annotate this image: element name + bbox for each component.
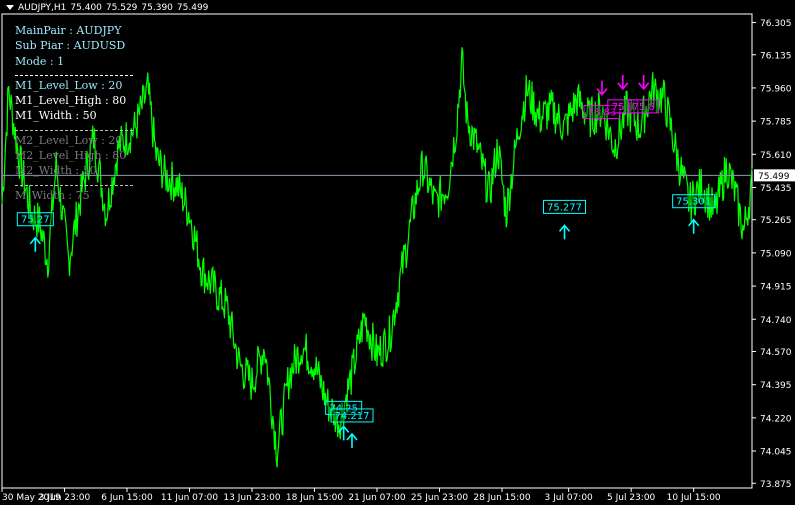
param-line: M2_Level_High : 80 <box>15 149 127 163</box>
signal-label: 75.8 <box>633 102 655 113</box>
y-tick-label: 74.740 <box>760 316 792 326</box>
signal-label: 75.301 <box>676 197 711 208</box>
high-value: 75.529 <box>105 3 138 13</box>
buy-signal[interactable]: 75.277 <box>543 199 586 240</box>
param-line: M1_Width : 50 <box>15 109 97 123</box>
y-tick-label: 76.305 <box>760 19 792 29</box>
param-line: M1_Level_High : 80 <box>15 94 127 108</box>
x-tick-label: 28 Jun 15:00 <box>473 493 530 503</box>
current-price-label: 75.499 <box>758 172 790 182</box>
indicator-parameters: MainPair : AUDJPY Sub Piar : AUDUSD Mode :… <box>15 23 133 203</box>
y-tick-label: 75.610 <box>760 151 792 161</box>
param-line: M_Width : 75 <box>15 188 90 202</box>
x-tick-label: 13 Jun 23:00 <box>223 493 280 503</box>
param-separator <box>15 129 133 131</box>
signal-label: 75.27 <box>21 215 50 226</box>
symbol-label: AUDJPY,H1 <box>18 3 67 13</box>
y-tick-label: 74.220 <box>760 414 792 424</box>
x-tick-label: 11 Jun 07:00 <box>161 493 218 503</box>
buy-signal[interactable]: 75.27 <box>16 212 54 252</box>
arrow-down-icon <box>638 74 650 91</box>
y-tick-label: 75.785 <box>760 118 792 128</box>
y-tick-label: 74.570 <box>760 348 792 358</box>
arrow-up-icon <box>29 236 41 252</box>
y-tick-label: 74.915 <box>760 283 792 293</box>
x-tick-label: 10 Jul 15:00 <box>667 493 721 503</box>
x-tick-label: 3 Jul 07:00 <box>545 493 594 503</box>
param-line: M2_Width : 50 <box>15 164 97 178</box>
arrow-up-icon <box>346 432 358 448</box>
x-tick-label: 21 Jun 07:00 <box>348 493 405 503</box>
param-separator <box>15 74 133 76</box>
y-tick-label: 75.265 <box>760 216 792 226</box>
open-value: 75.400 <box>70 3 102 13</box>
param-line: M1_Level_Low : 20 <box>15 78 123 92</box>
x-tick-label: 25 Jun 23:00 <box>411 493 468 503</box>
arrow-down-icon <box>617 74 629 91</box>
signal-label: 75.277 <box>547 202 582 213</box>
chart-header: AUDJPY,H1 75.400 75.529 75.390 75.499 <box>6 3 212 13</box>
x-tick-label: 5 Jul 23:00 <box>607 493 656 503</box>
x-tick-label: 6 Jun 15:00 <box>101 493 153 503</box>
y-tick-label: 75.090 <box>760 249 792 259</box>
arrow-up-icon <box>558 224 571 240</box>
arrow-up-icon <box>688 218 700 234</box>
y-tick-label: 74.045 <box>760 448 792 458</box>
low-value: 75.390 <box>141 3 173 13</box>
param-line: MainPair : AUDJPY <box>15 24 122 37</box>
dropdown-triangle-icon[interactable] <box>6 5 14 10</box>
param-line: Sub Piar : AUDUSD <box>15 39 126 53</box>
y-tick-label: 73.875 <box>760 480 792 490</box>
y-tick-label: 76.135 <box>760 51 792 61</box>
y-tick-label: 75.435 <box>760 184 792 194</box>
param-line: Mode : 1 <box>15 54 65 68</box>
signal-label: 74.217 <box>335 411 370 422</box>
param-separator <box>15 184 133 186</box>
x-tick-label: 3 Jun 23:00 <box>39 493 91 503</box>
param-line: M2_Level_Low : 20 <box>15 133 123 147</box>
y-tick-label: 75.960 <box>760 84 792 94</box>
y-tick-label: 74.395 <box>760 381 792 391</box>
x-tick-label: 18 Jun 15:00 <box>286 493 343 503</box>
arrow-down-icon <box>596 80 608 96</box>
close-value: 75.499 <box>176 3 209 13</box>
